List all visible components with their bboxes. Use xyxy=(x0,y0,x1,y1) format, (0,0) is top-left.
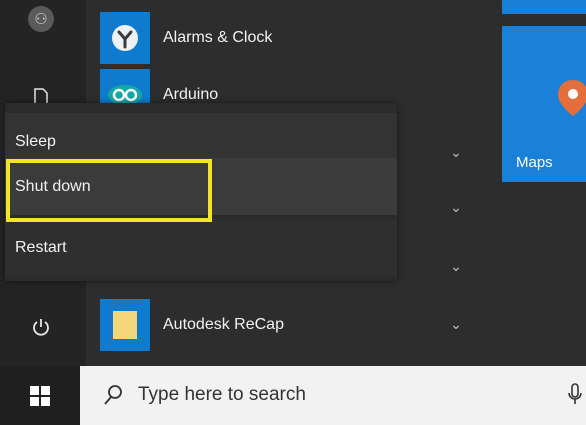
app-item-autodesk-recap[interactable]: Autodesk ReCap xyxy=(100,299,480,351)
restart-option[interactable]: Restart xyxy=(5,219,397,276)
user-avatar-icon[interactable]: ⚇ xyxy=(28,6,54,32)
start-menu: ⚇ Alarms & Clock Arduino Autodesk ReCap … xyxy=(0,0,586,366)
tile-edge xyxy=(502,0,586,14)
search-icon xyxy=(102,384,124,411)
map-pin-icon xyxy=(556,78,586,123)
chevron-down-icon[interactable]: ⌄ xyxy=(448,199,464,215)
app-label-arduino: Arduino xyxy=(163,86,219,103)
windows-logo-icon xyxy=(30,385,50,406)
windows-start-button[interactable] xyxy=(0,366,80,425)
maps-tile[interactable]: Maps xyxy=(502,26,586,182)
power-icon[interactable] xyxy=(26,312,56,342)
chevron-down-icon[interactable]: ⌄ xyxy=(448,316,464,332)
search-placeholder: Type here to search xyxy=(138,384,306,405)
microphone-icon[interactable] xyxy=(568,382,582,413)
sleep-label: Sleep xyxy=(15,132,56,150)
chevron-down-icon[interactable]: ⌄ xyxy=(448,258,464,274)
folder-icon xyxy=(100,299,150,351)
shut-down-highlight-box xyxy=(6,159,212,222)
app-label-alarms-clock: Alarms & Clock xyxy=(163,29,273,46)
alarm-clock-icon xyxy=(100,12,150,64)
chevron-down-icon[interactable]: ⌄ xyxy=(448,144,464,160)
app-label-autodesk-recap: Autodesk ReCap xyxy=(163,316,284,333)
taskbar-search-box[interactable]: Type here to search xyxy=(80,366,586,425)
maps-tile-label: Maps xyxy=(516,154,553,171)
restart-label: Restart xyxy=(15,238,67,256)
app-item-alarms-clock[interactable]: Alarms & Clock xyxy=(100,12,480,64)
taskbar: Type here to search xyxy=(0,366,586,425)
